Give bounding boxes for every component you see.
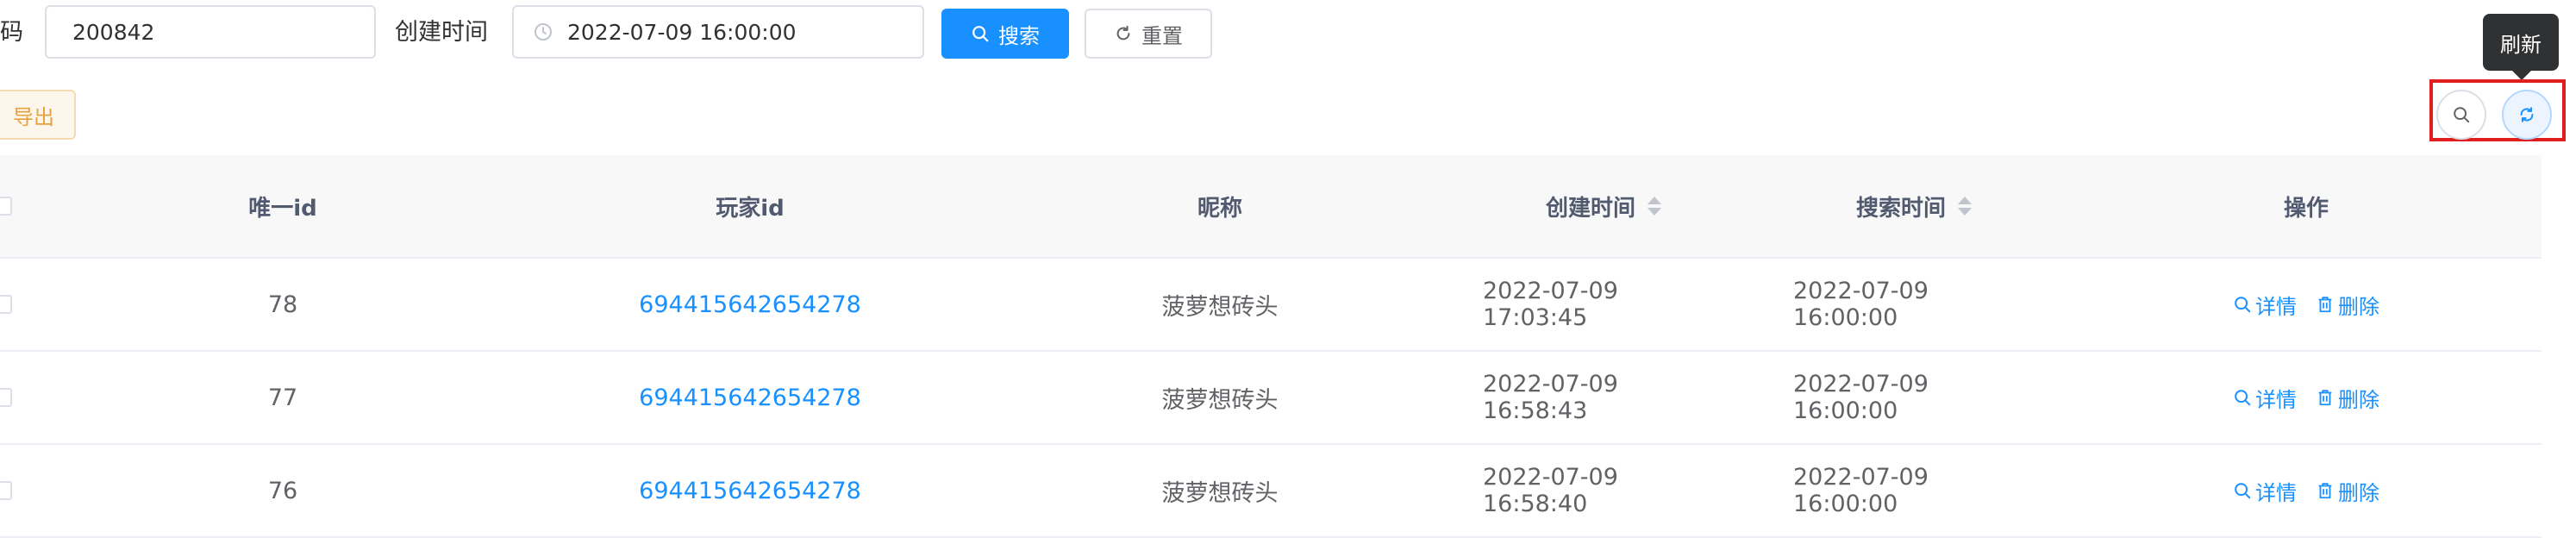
code-input-value: 200842 <box>72 19 155 45</box>
trash-icon <box>2318 390 2332 406</box>
col-nickname: 昵称 <box>1197 195 1242 222</box>
cell-uid: 76 <box>267 477 298 504</box>
col-uid: 唯一id <box>248 195 317 222</box>
cell-uid: 78 <box>267 291 298 318</box>
created-time-label: 创建时间 <box>395 19 488 46</box>
delete-label: 删除 <box>2338 480 2379 505</box>
col-search-time[interactable]: 搜索时间 <box>1793 155 2035 257</box>
data-table: 唯一id 玩家id 昵称 创建时间 搜索时间 操作 78 69441564265… <box>0 155 2542 538</box>
code-label: 码 <box>0 19 23 46</box>
refresh-icon <box>1116 25 1130 41</box>
export-button[interactable]: 导出 <box>0 90 76 140</box>
cell-search-time: 2022-07-09 16:00:00 <box>1793 464 1929 517</box>
row-checkbox[interactable] <box>0 388 12 407</box>
detail-button[interactable]: 详情 <box>2233 290 2297 320</box>
select-all-checkbox[interactable] <box>0 197 12 216</box>
search-icon <box>2235 297 2251 313</box>
cell-search-time: 2022-07-09 16:00:00 <box>1793 371 1929 424</box>
col-actions: 操作 <box>2283 195 2329 222</box>
detail-label: 详情 <box>2255 294 2297 319</box>
search-button-label: 搜索 <box>998 23 1040 48</box>
sort-icon[interactable] <box>1958 197 1972 216</box>
row-select-cell <box>0 259 12 350</box>
sort-icon[interactable] <box>1648 197 1661 216</box>
cell-actions: 详情 删除 <box>2190 445 2423 536</box>
table-row: 78 694415642654278 菠萝想砖头 2022-07-09 17:0… <box>0 259 2542 352</box>
delete-button[interactable]: 删除 <box>2316 290 2379 320</box>
cell-actions: 详情 删除 <box>2190 352 2423 443</box>
created-time-value: 2022-07-09 16:00:00 <box>567 19 797 45</box>
refresh-icon <box>2520 107 2534 122</box>
select-all-cell <box>0 155 12 257</box>
delete-label: 删除 <box>2338 387 2379 412</box>
row-checkbox[interactable] <box>0 295 12 314</box>
cell-nickname: 菠萝想砖头 <box>1161 293 1279 321</box>
refresh-tooltip: 刷新 <box>2483 14 2559 71</box>
detail-label: 详情 <box>2255 387 2297 412</box>
created-time-picker[interactable]: 2022-07-09 16:00:00 <box>512 5 924 59</box>
row-select-cell <box>0 445 12 536</box>
cell-search-time: 2022-07-09 16:00:00 <box>1793 278 1929 331</box>
player-id-link[interactable]: 694415642654278 <box>517 259 983 350</box>
cell-nickname: 菠萝想砖头 <box>1161 386 1279 414</box>
detail-button[interactable]: 详情 <box>2233 476 2297 506</box>
row-checkbox[interactable] <box>0 481 12 500</box>
table-header: 唯一id 玩家id 昵称 创建时间 搜索时间 操作 <box>0 155 2542 259</box>
cell-created-time: 2022-07-09 17:03:45 <box>1483 278 1618 331</box>
table-row: 76 694415642654278 菠萝想砖头 2022-07-09 16:5… <box>0 445 2542 538</box>
cell-actions: 详情 删除 <box>2190 259 2423 350</box>
cell-nickname: 菠萝想砖头 <box>1161 479 1279 507</box>
search-icon <box>2235 483 2251 499</box>
trash-icon <box>2318 297 2332 313</box>
toggle-search-button[interactable] <box>2436 90 2486 140</box>
table-row: 77 694415642654278 菠萝想砖头 2022-07-09 16:5… <box>0 352 2542 445</box>
cell-created-time: 2022-07-09 16:58:43 <box>1483 371 1618 424</box>
col-created-time[interactable]: 创建时间 <box>1483 155 1724 257</box>
delete-button[interactable]: 删除 <box>2316 383 2379 413</box>
detail-button[interactable]: 详情 <box>2233 383 2297 413</box>
reset-button-label: 重置 <box>1141 23 1183 48</box>
reset-button[interactable]: 重置 <box>1085 9 1212 59</box>
code-input[interactable]: 200842 <box>45 5 376 59</box>
delete-label: 删除 <box>2338 294 2379 319</box>
search-icon <box>2235 390 2251 406</box>
player-id-link[interactable]: 694415642654278 <box>517 352 983 443</box>
detail-label: 详情 <box>2255 480 2297 505</box>
cell-uid: 77 <box>267 384 298 411</box>
trash-icon <box>2318 483 2332 499</box>
export-button-label: 导出 <box>13 104 54 129</box>
col-player-id: 玩家id <box>716 195 785 222</box>
search-icon <box>972 26 989 42</box>
search-icon <box>2454 107 2470 123</box>
col-search-time-label: 搜索时间 <box>1855 195 1946 222</box>
clock-icon <box>535 23 552 41</box>
col-created-time-label: 创建时间 <box>1545 195 1635 222</box>
search-button[interactable]: 搜索 <box>941 9 1069 59</box>
refresh-tooltip-text: 刷新 <box>2500 32 2542 57</box>
cell-created-time: 2022-07-09 16:58:40 <box>1483 464 1618 517</box>
player-id-link[interactable]: 694415642654278 <box>517 445 983 536</box>
delete-button[interactable]: 删除 <box>2316 476 2379 506</box>
refresh-button[interactable] <box>2502 90 2552 140</box>
row-select-cell <box>0 352 12 443</box>
